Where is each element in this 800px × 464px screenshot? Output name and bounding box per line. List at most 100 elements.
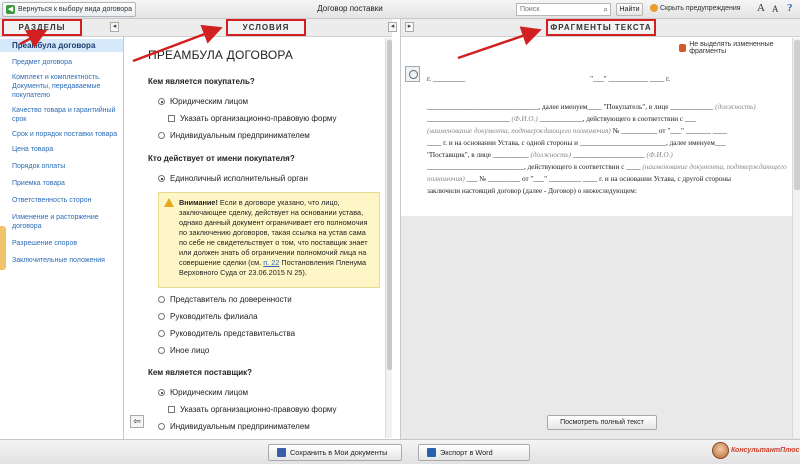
search-placeholder: Поиск <box>520 6 540 13</box>
save-icon <box>277 448 286 457</box>
radio[interactable] <box>158 132 165 139</box>
option-label: Юридическим лицом <box>170 97 249 106</box>
text-line: "Поставщик", в лице __________ (должност… <box>427 151 673 159</box>
radio[interactable] <box>158 347 165 354</box>
export-to-word-button[interactable]: Экспорт в Word <box>418 444 530 461</box>
sections-title: РАЗДЕЛЫ <box>2 19 82 36</box>
question-representative: Кто действует от имени покупателя? <box>148 154 295 163</box>
warning-note: Внимание! Если в договоре указано, что л… <box>158 192 380 288</box>
scroll-thumb[interactable] <box>794 40 800 190</box>
sidebar-item-quality[interactable]: Качество товара и гарантийный срок <box>0 106 123 124</box>
warning-icon <box>164 198 174 207</box>
conditions-section-title: УСЛОВИЯ <box>226 19 306 36</box>
checkbox[interactable] <box>168 115 175 122</box>
sidebar-item-delivery[interactable]: Срок и порядок поставки товара <box>0 130 123 139</box>
option-buyer-org-form[interactable]: Указать организационно-правовую форму <box>168 114 337 123</box>
sidebar-item-subject[interactable]: Предмет договора <box>0 58 123 67</box>
question-buyer: Кем является покупатель? <box>148 77 255 86</box>
save-label: Сохранить в Мои документы <box>290 448 388 457</box>
option-rep-branch[interactable]: Руководитель филиала <box>158 312 258 321</box>
warning-link[interactable]: п. 22 <box>263 258 279 267</box>
warning-toggle-icon <box>650 4 658 12</box>
option-buyer-entrepreneur[interactable]: Индивидуальным предпринимателем <box>158 131 310 140</box>
option-label: Индивидуальным предпринимателем <box>170 422 310 431</box>
fragments-panel: ▸ Не выделять измененные фрагменты г. __… <box>400 19 800 441</box>
logo-mascot <box>712 442 729 459</box>
sidebar-item-disputes[interactable]: Разрешение споров <box>0 239 123 248</box>
option-rep-proxy[interactable]: Представитель по доверенности <box>158 295 292 304</box>
radio[interactable] <box>158 296 165 303</box>
conditions-content: ПРЕАМБУЛА ДОГОВОРА Кем является покупате… <box>124 38 384 438</box>
collapse-middle-icon[interactable]: ◂ <box>388 22 397 32</box>
conditions-scrollbar[interactable] <box>385 38 392 438</box>
text-line: _______________________________, далее и… <box>427 103 756 111</box>
collapse-left-icon[interactable]: ◂ <box>110 22 119 32</box>
conditions-title: ПРЕАМБУЛА ДОГОВОРА <box>148 48 294 62</box>
checkbox[interactable] <box>168 406 175 413</box>
sections-panel: Преамбула договора Предмет договора Комп… <box>0 19 124 439</box>
fragments-scrollbar[interactable] <box>792 38 800 438</box>
back-arrow-button[interactable]: ⇦ <box>130 415 144 428</box>
hide-warnings-label: Скрыть предупреждения <box>660 4 741 12</box>
option-supplier-legal[interactable]: Юридическим лицом <box>158 388 248 397</box>
search-input[interactable]: Поиск ⌕ <box>516 3 611 16</box>
radio[interactable] <box>158 313 165 320</box>
bottom-bar: Сохранить в Мои документы Экспорт в Word <box>0 439 800 464</box>
export-label: Экспорт в Word <box>440 448 493 457</box>
option-rep-executive[interactable]: Единоличный исполнительный орган <box>158 174 308 183</box>
side-panel-tab[interactable] <box>0 226 6 270</box>
sidebar-item-payment[interactable]: Порядок оплаты <box>0 162 123 171</box>
sidebar-item-price[interactable]: Цена товара <box>0 145 123 154</box>
sidebar-item-final[interactable]: Заключительные положения <box>0 256 123 265</box>
radio[interactable] <box>158 423 165 430</box>
consultant-plus-logo: КонсультантПлюс <box>712 442 799 459</box>
option-label: Юридическим лицом <box>170 388 249 397</box>
radio-selected[interactable] <box>158 175 165 182</box>
logo-text: КонсультантПлюс <box>731 447 800 454</box>
option-rep-other[interactable]: Иное лицо <box>158 346 209 355</box>
back-to-contract-type-button[interactable]: ◀ Вернуться к выбору вида договора <box>2 2 136 17</box>
text-line: _______________________ (Ф.И.О.) _______… <box>427 115 696 123</box>
sidebar-item-acceptance[interactable]: Приемка товара <box>0 179 123 188</box>
contract-text: г. _________ "___" ___________ ____ г. __… <box>401 64 800 216</box>
option-label: Руководитель представительства <box>170 329 296 338</box>
radio-selected[interactable] <box>158 389 165 396</box>
warning-text: Если в договоре указано, что лицо, заклю… <box>179 198 368 267</box>
option-buyer-legal[interactable]: Юридическим лицом <box>158 97 248 106</box>
option-label: Иное лицо <box>170 346 210 355</box>
sidebar-item-amendment[interactable]: Изменение и расторжение договора <box>0 213 123 231</box>
back-button-label: Вернуться к выбору вида договора <box>18 6 132 13</box>
word-icon <box>427 448 436 457</box>
magnifier-icon[interactable] <box>405 66 420 82</box>
highlight-icon <box>679 44 687 52</box>
find-button[interactable]: Найти <box>616 3 643 16</box>
no-highlight-toggle[interactable]: Не выделять измененные фрагменты <box>679 41 800 55</box>
font-increase-button[interactable]: A <box>757 2 765 14</box>
expand-right-icon[interactable]: ▸ <box>405 22 414 32</box>
fragments-section-title: ФРАГМЕНТЫ ТЕКСТА <box>546 19 656 36</box>
sidebar-item-liability[interactable]: Ответственность сторон <box>0 196 123 205</box>
conditions-panel: ПРЕАМБУЛА ДОГОВОРА Кем является покупате… <box>124 19 392 439</box>
option-supplier-entrepreneur[interactable]: Индивидуальным предпринимателем <box>158 422 310 431</box>
document-title: Договор поставки <box>317 4 383 13</box>
radio[interactable] <box>158 330 165 337</box>
hide-warnings-toggle[interactable]: Скрыть предупреждения <box>650 4 741 12</box>
text-line: ____ г. и на основании Устава, с одной с… <box>427 139 726 147</box>
sidebar-item-completeness[interactable]: Комплект и комплектность. Документы, пер… <box>0 73 123 100</box>
sections-nav: Преамбула договора Предмет договора Комп… <box>0 38 123 265</box>
text-line: полномочия) ___ № _________ от "___" ___… <box>427 175 731 183</box>
help-button[interactable]: ? <box>787 2 793 14</box>
view-full-text-button[interactable]: Посмотреть полный текст <box>547 415 657 430</box>
save-to-my-documents-button[interactable]: Сохранить в Мои документы <box>268 444 402 461</box>
sidebar-item-preamble[interactable]: Преамбула договора <box>0 39 123 52</box>
option-label: Указать организационно-правовую форму <box>180 405 337 414</box>
option-rep-office[interactable]: Руководитель представительства <box>158 329 295 338</box>
option-label: Руководитель филиала <box>170 312 258 321</box>
option-supplier-org-form[interactable]: Указать организационно-правовую форму <box>168 405 337 414</box>
text-line: (наименование документа, подтверждающего… <box>427 127 728 135</box>
radio-selected[interactable] <box>158 98 165 105</box>
font-decrease-button[interactable]: A <box>772 4 779 14</box>
scroll-thumb[interactable] <box>387 40 392 370</box>
search-icon: ⌕ <box>603 5 608 14</box>
back-arrow-icon: ◀ <box>6 5 15 14</box>
